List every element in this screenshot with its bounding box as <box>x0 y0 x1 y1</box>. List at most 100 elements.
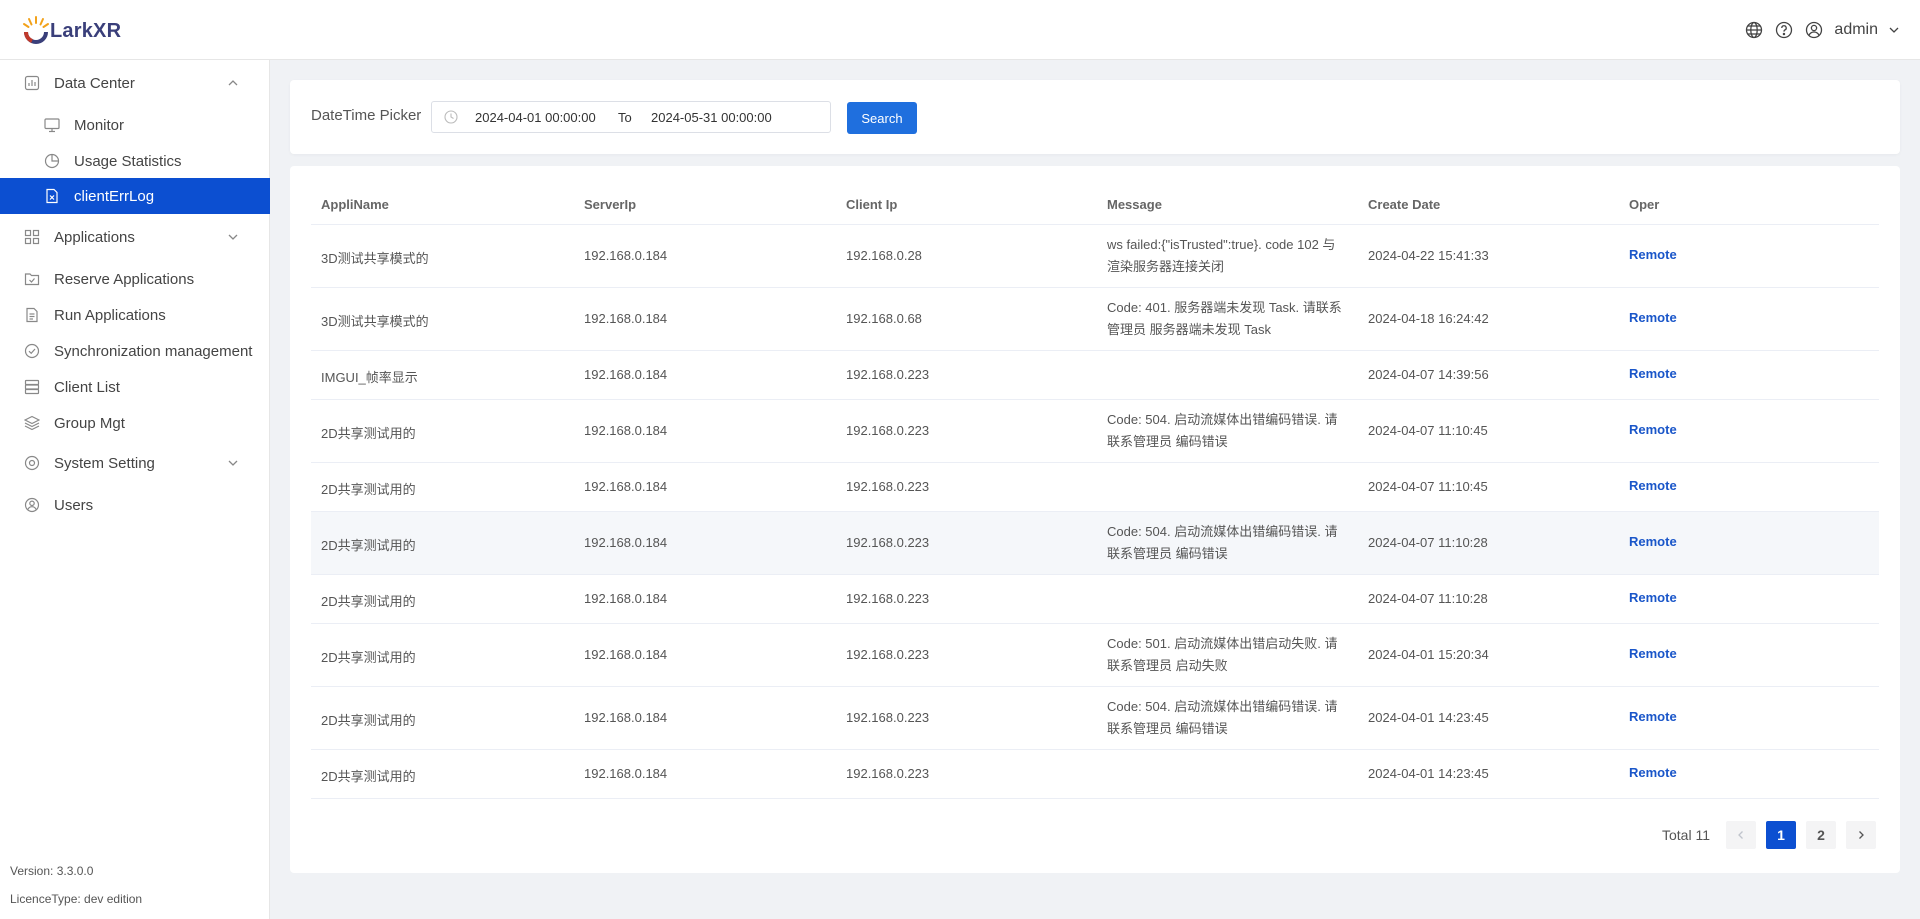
sidebar-item-usage-statistics[interactable]: Usage Statistics <box>0 143 270 179</box>
cell-create-date: 2024-04-07 11:10:28 <box>1368 591 1488 606</box>
remote-link[interactable]: Remote <box>1629 247 1677 262</box>
sidebar-item-applications[interactable]: Applications <box>0 219 270 255</box>
cell-message: ws failed:{"isTrusted":true}. code 102 与… <box>1107 237 1336 274</box>
datetime-picker-label: DateTime Picker <box>311 107 422 124</box>
column-header-message[interactable]: Message <box>1107 197 1162 212</box>
filter-card: DateTime Picker 2024-04-01 00:00:00 To 2… <box>290 80 1900 154</box>
cell-create-date: 2024-04-07 14:39:56 <box>1368 367 1489 382</box>
date-range-picker[interactable]: 2024-04-01 00:00:00 To 2024-05-31 00:00:… <box>431 101 831 133</box>
cell-message: Code: 504. 启动流媒体出错编码错误. 请联系管理员 编码错误 <box>1107 524 1338 561</box>
clock-icon <box>444 110 458 124</box>
end-date-input[interactable]: 2024-05-31 00:00:00 <box>651 110 772 125</box>
cell-clientip: 192.168.0.28 <box>846 248 922 263</box>
cell-clientip: 192.168.0.223 <box>846 766 930 781</box>
remote-link[interactable]: Remote <box>1629 590 1677 605</box>
column-header-serverip[interactable]: ServerIp <box>584 197 636 212</box>
table-body: 3D测试共享模式的 192.168.0.184 192.168.0.28 ws fai… <box>311 225 1879 799</box>
range-separator: To <box>618 110 632 125</box>
sidebar-item-client-list[interactable]: Client List <box>0 369 270 405</box>
chevron-down-icon[interactable] <box>1888 20 1900 40</box>
cell-appliname: 2D共享测试用的 <box>321 650 416 665</box>
cell-serverip: 192.168.0.184 <box>584 479 668 494</box>
total-count: Total 11 <box>1662 827 1710 843</box>
column-header-create-date[interactable]: Create Date <box>1368 197 1440 212</box>
sidebar-item-run-applications[interactable]: Run Applications <box>0 297 270 333</box>
remote-link[interactable]: Remote <box>1629 534 1677 549</box>
cell-appliname: 2D共享测试用的 <box>321 426 416 441</box>
sidebar-item-label: Data Center <box>54 74 135 92</box>
table-row: 2D共享测试用的 192.168.0.184 192.168.0.223 Code: … <box>311 624 1879 687</box>
sidebar-item-label: Run Applications <box>54 306 166 324</box>
sidebar-item-reserve-applications[interactable]: Reserve Applications <box>0 261 270 297</box>
server-icon <box>23 378 41 396</box>
sidebar-item-monitor[interactable]: Monitor <box>0 107 270 143</box>
user-icon <box>23 496 41 514</box>
user-name[interactable]: admin <box>1834 21 1878 39</box>
cell-serverip: 192.168.0.184 <box>584 710 668 725</box>
cell-create-date: 2024-04-07 11:10:28 <box>1368 535 1488 550</box>
remote-link[interactable]: Remote <box>1629 709 1677 724</box>
cell-clientip: 192.168.0.223 <box>846 591 930 606</box>
page-1-button[interactable]: 1 <box>1766 821 1796 849</box>
cell-appliname: 3D测试共享模式的 <box>321 251 429 266</box>
page-2-button[interactable]: 2 <box>1806 821 1836 849</box>
cell-create-date: 2024-04-01 15:20:34 <box>1368 647 1489 662</box>
prev-page-button[interactable] <box>1726 821 1756 849</box>
sidebar-item-users[interactable]: Users <box>0 487 270 523</box>
sidebar-item-data-center[interactable]: Data Center <box>0 65 270 101</box>
sidebar-item-label: System Setting <box>54 454 155 472</box>
cell-create-date: 2024-04-18 16:24:42 <box>1368 311 1489 326</box>
table-row: 3D测试共享模式的 192.168.0.184 192.168.0.28 ws fai… <box>311 225 1879 288</box>
table-row: 3D测试共享模式的 192.168.0.184 192.168.0.68 Code: … <box>311 288 1879 351</box>
logo-text: LarkXR <box>50 19 122 42</box>
help-icon[interactable] <box>1774 20 1794 40</box>
sidebar-item-synchronization-management[interactable]: Synchronization management <box>0 333 270 369</box>
remote-link[interactable]: Remote <box>1629 422 1677 437</box>
cell-serverip: 192.168.0.184 <box>584 591 668 606</box>
cell-clientip: 192.168.0.223 <box>846 535 930 550</box>
cell-create-date: 2024-04-01 14:23:45 <box>1368 766 1489 781</box>
logo-icon <box>23 16 49 44</box>
chevron-down-icon <box>226 456 240 470</box>
table-row: 2D共享测试用的 192.168.0.184 192.168.0.223 Code: … <box>311 512 1879 575</box>
cell-serverip: 192.168.0.184 <box>584 423 668 438</box>
logo[interactable]: LarkXR <box>20 15 121 47</box>
next-page-button[interactable] <box>1846 821 1876 849</box>
start-date-input[interactable]: 2024-04-01 00:00:00 <box>475 110 596 125</box>
cell-serverip: 192.168.0.184 <box>584 647 668 662</box>
cell-message: Code: 504. 启动流媒体出错编码错误. 请联系管理员 编码错误 <box>1107 699 1338 736</box>
doc-icon <box>23 306 41 324</box>
search-button[interactable]: Search <box>847 102 917 134</box>
table-row: 2D共享测试用的 192.168.0.184 192.168.0.223 Code: … <box>311 400 1879 463</box>
layers-icon <box>23 414 41 432</box>
column-header-clientip[interactable]: Client Ip <box>846 197 897 212</box>
column-header-oper: Oper <box>1629 197 1660 212</box>
cell-appliname: 2D共享测试用的 <box>321 769 416 784</box>
sidebar-item-clienterrlog[interactable]: clientErrLog <box>0 178 270 214</box>
error-log-table: AppliName ServerIp Client Ip Message Cre… <box>311 182 1879 799</box>
sidebar-item-label: Synchronization management <box>54 342 253 360</box>
remote-link[interactable]: Remote <box>1629 646 1677 661</box>
cell-serverip: 192.168.0.184 <box>584 248 668 263</box>
settings-icon <box>23 454 41 472</box>
remote-link[interactable]: Remote <box>1629 765 1677 780</box>
cell-serverip: 192.168.0.184 <box>584 766 668 781</box>
user-icon[interactable] <box>1804 20 1824 40</box>
table-row: 2D共享测试用的 192.168.0.184 192.168.0.223 2024-0… <box>311 463 1879 512</box>
cell-message: Code: 504. 启动流媒体出错编码错误. 请联系管理员 编码错误 <box>1107 412 1338 449</box>
table-row: 2D共享测试用的 192.168.0.184 192.168.0.223 2024-0… <box>311 750 1879 799</box>
column-header-appliname[interactable]: AppliName <box>321 197 389 212</box>
cell-create-date: 2024-04-07 11:10:45 <box>1368 479 1488 494</box>
cell-message: Code: 401. 服务器端未发现 Task. 请联系管理员 服务器端未发现 … <box>1107 300 1342 337</box>
sidebar-item-system-setting[interactable]: System Setting <box>0 445 270 481</box>
sidebar-item-group-mgt[interactable]: Group Mgt <box>0 405 270 441</box>
sidebar-item-label: Client List <box>54 378 120 396</box>
globe-icon[interactable] <box>1744 20 1764 40</box>
remote-link[interactable]: Remote <box>1629 310 1677 325</box>
cell-create-date: 2024-04-01 14:23:45 <box>1368 710 1489 725</box>
cell-create-date: 2024-04-22 15:41:33 <box>1368 248 1489 263</box>
remote-link[interactable]: Remote <box>1629 366 1677 381</box>
sidebar: Data Center Monitor Usage Statistics cli… <box>0 60 270 919</box>
file-x-icon <box>43 187 61 205</box>
remote-link[interactable]: Remote <box>1629 478 1677 493</box>
